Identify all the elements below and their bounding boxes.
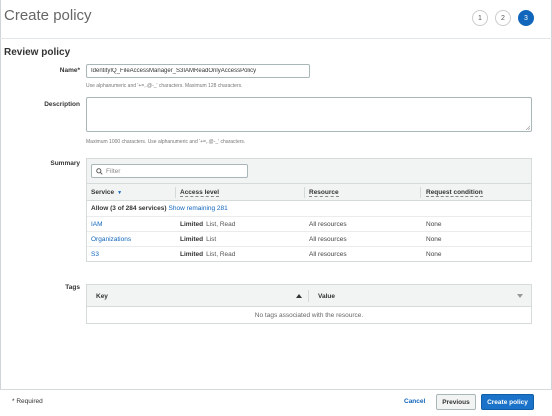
column-separator	[175, 187, 176, 198]
previous-button[interactable]: Previous	[436, 394, 476, 410]
column-header-access-level: Access level	[180, 189, 220, 197]
tags-label: Tags	[65, 284, 80, 291]
column-header-value[interactable]: Value	[318, 293, 335, 300]
column-separator	[308, 290, 309, 302]
summary-label: Summary	[50, 160, 80, 167]
table-row: S3 Limited List, Read All resources None	[87, 247, 531, 262]
resource-cell: All resources	[309, 236, 347, 243]
search-icon	[96, 167, 103, 175]
summary-toolbar: Filter	[87, 159, 531, 184]
create-policy-button[interactable]: Create policy	[481, 394, 534, 410]
sort-down-icon[interactable]	[517, 294, 523, 298]
summary-header-row: Service ▼ Access level Resource Request c…	[87, 184, 531, 201]
step-3: 3	[518, 10, 534, 26]
step-1[interactable]: 1	[472, 10, 488, 26]
service-link[interactable]: Organizations	[91, 236, 131, 243]
column-header-request-condition: Request condition	[426, 189, 483, 197]
section-title: Review policy	[4, 47, 71, 58]
allow-text: Allow (3 of 284 services)	[91, 205, 167, 212]
description-textarea[interactable]	[86, 97, 532, 132]
column-header-key[interactable]: Key	[96, 293, 108, 300]
show-remaining-link[interactable]: Show remaining 281	[169, 205, 228, 212]
table-row: Organizations Limited List All resources …	[87, 232, 531, 247]
summary-table: Filter Service ▼ Access level Resource Re…	[86, 158, 532, 262]
policy-name-input[interactable]	[86, 64, 310, 78]
tags-table: Key Value No tags associated with the re…	[86, 284, 532, 324]
column-separator	[420, 187, 421, 198]
allow-summary-row: Allow (3 of 284 services) Show remaining …	[87, 201, 531, 217]
step-indicator: 1 2 3	[472, 10, 534, 26]
header-divider	[0, 38, 552, 39]
condition-cell: None	[426, 236, 442, 243]
tags-empty-message: No tags associated with the resource.	[254, 312, 364, 319]
column-header-resource: Resource	[309, 189, 339, 197]
description-hint: Maximum 1000 characters. Use alphanumeri…	[86, 139, 246, 145]
step-2[interactable]: 2	[495, 10, 511, 26]
sort-up-icon[interactable]	[296, 294, 302, 298]
access-level-cell: Limited List	[180, 236, 217, 243]
service-link[interactable]: S3	[91, 251, 99, 258]
footer-bar: * Required Cancel Previous Create policy	[0, 389, 552, 416]
filter-placeholder: Filter	[106, 167, 121, 175]
access-level-cell: Limited List, Read	[180, 221, 236, 228]
condition-cell: None	[426, 221, 442, 228]
name-label: Name*	[59, 67, 80, 74]
name-hint: Use alphanumeric and '+=,.@-_' character…	[86, 83, 243, 89]
required-note: * Required	[12, 398, 43, 405]
filter-input[interactable]: Filter	[91, 164, 248, 178]
resize-handle-icon[interactable]	[525, 125, 530, 130]
resource-cell: All resources	[309, 221, 347, 228]
condition-cell: None	[426, 251, 442, 258]
page-title: Create policy	[4, 7, 92, 24]
resource-cell: All resources	[309, 251, 347, 258]
access-level-cell: Limited List, Read	[180, 251, 236, 258]
service-link[interactable]: IAM	[91, 221, 103, 228]
sort-down-icon[interactable]: ▼	[117, 190, 122, 196]
description-label: Description	[44, 101, 80, 108]
table-row: IAM Limited List, Read All resources None	[87, 217, 531, 232]
column-separator	[304, 187, 305, 198]
column-header-service[interactable]: Service ▼	[91, 189, 122, 196]
cancel-button[interactable]: Cancel	[404, 398, 425, 405]
tags-header-row: Key Value	[87, 285, 531, 307]
